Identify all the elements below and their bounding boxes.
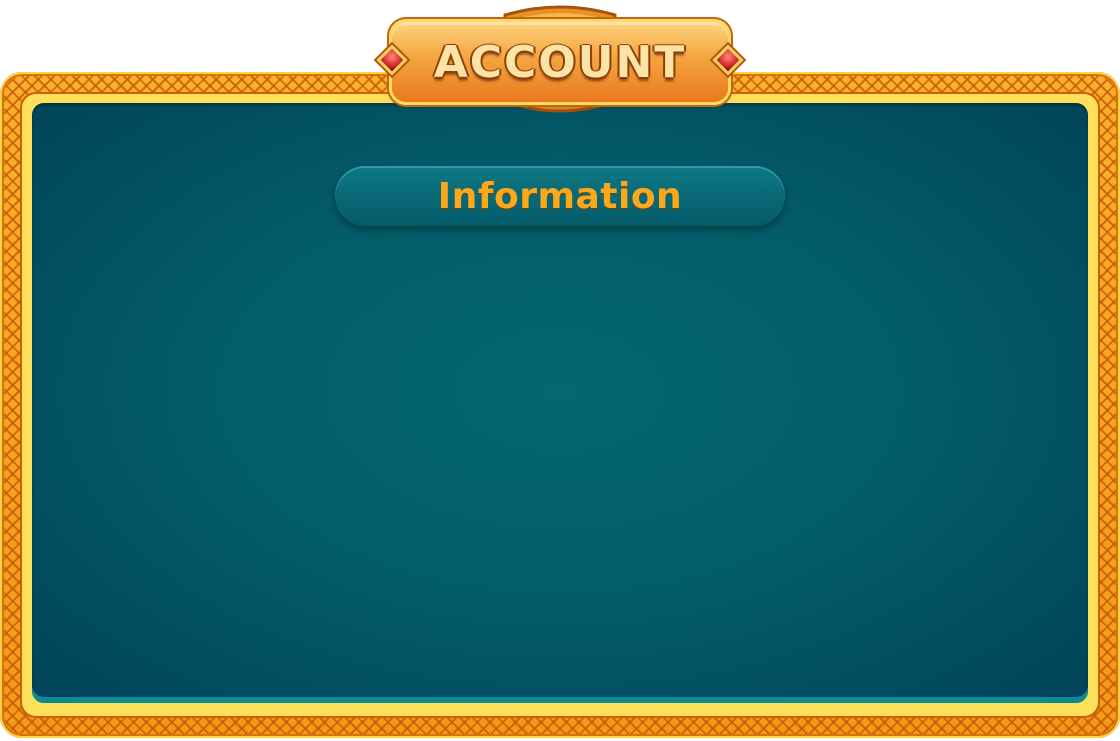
page-title: ACCOUNT (433, 36, 687, 88)
title-plaque: ACCOUNT (392, 22, 728, 102)
section-title: Information (437, 175, 683, 217)
information-section-header: Information (335, 166, 785, 226)
account-screen: Information ACCOUNT (0, 0, 1120, 741)
